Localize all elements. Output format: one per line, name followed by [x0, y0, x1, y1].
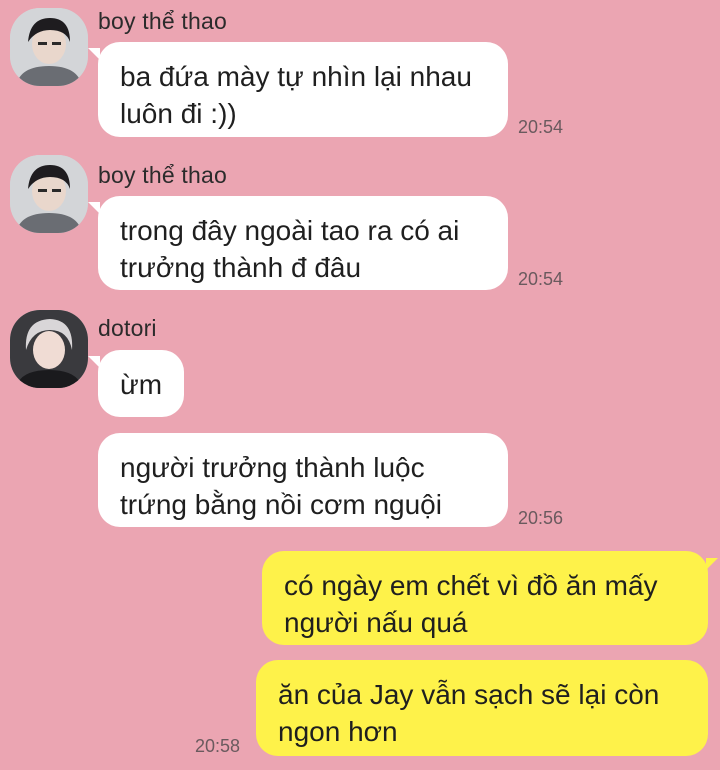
sender-name: boy thể thao [98, 8, 228, 34]
message-timestamp: 20:54 [518, 117, 564, 137]
message-text: trong đây ngoài tao ra có ai [120, 215, 460, 246]
message-bubble[interactable]: trong đây ngoài tao ra có ai trưởng thàn… [98, 196, 508, 290]
message-timestamp: 20:54 [518, 269, 564, 289]
message-bubble[interactable]: ba đứa mày tự nhìn lại nhau luôn đi :)) [98, 42, 508, 137]
message-text: trứng bằng nồi cơm nguội [120, 489, 442, 520]
avatar[interactable] [10, 310, 88, 388]
bubble-tail [706, 558, 718, 570]
message-text: ngon hơn [278, 716, 398, 747]
sender-name: boy thể thao [98, 162, 228, 188]
message-timestamp: 20:58 [195, 736, 241, 756]
avatar-photo-icon [10, 155, 88, 233]
message-text: ba đứa mày tự nhìn lại nhau [120, 61, 472, 92]
sender-name: dotori [98, 315, 157, 341]
message-bubble[interactable]: có ngày em chết vì đồ ăn mấy người nấu q… [262, 551, 708, 645]
message-text: ừm [120, 369, 163, 400]
avatar[interactable] [10, 155, 88, 233]
avatar[interactable] [10, 8, 88, 86]
message-text: luôn đi :)) [120, 98, 237, 129]
avatar-photo-icon [10, 310, 88, 388]
avatar-photo-icon [10, 8, 88, 86]
message-timestamp: 20:56 [518, 508, 564, 528]
message-text: người nấu quá [284, 607, 468, 638]
message-bubble[interactable]: ăn của Jay vẫn sạch sẽ lại còn ngon hơn [256, 660, 708, 756]
message-text: ăn của Jay vẫn sạch sẽ lại còn [278, 679, 660, 710]
message-bubble[interactable]: người trưởng thành luộc trứng bằng nồi c… [98, 433, 508, 527]
message-bubble[interactable]: ừm [98, 350, 184, 417]
message-text: người trưởng thành luộc [120, 452, 425, 483]
message-text: trưởng thành đ đâu [120, 252, 362, 283]
message-text: có ngày em chết vì đồ ăn mấy [284, 570, 658, 601]
